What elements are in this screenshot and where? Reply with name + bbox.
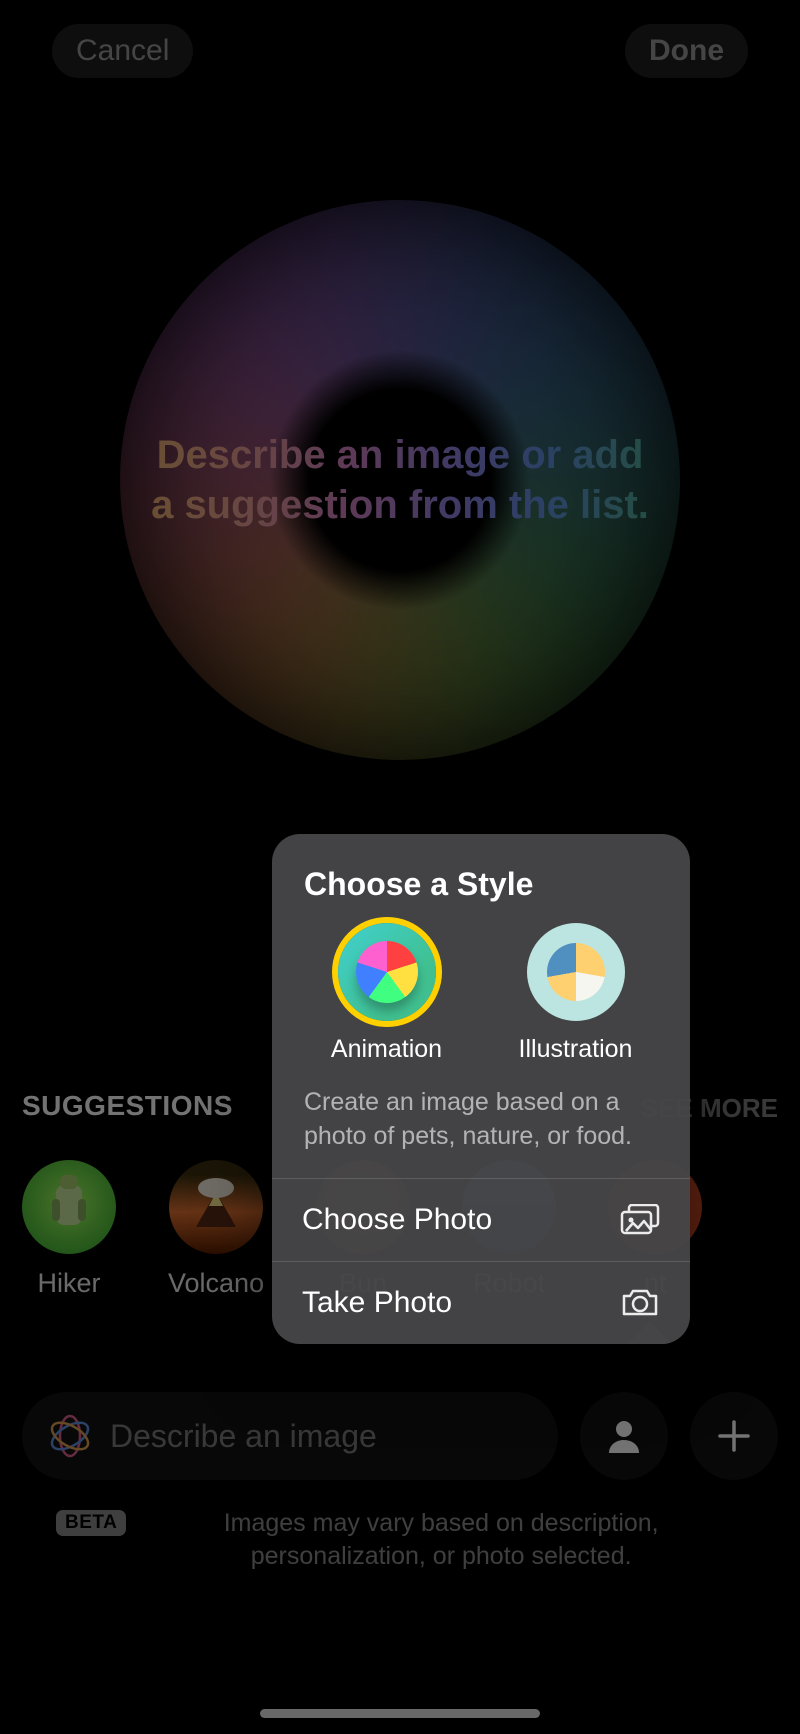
style-label: Illustration [519, 1035, 633, 1064]
take-photo-row[interactable]: Take Photo [272, 1261, 690, 1344]
style-popup: Choose a Style Animation Illustration Cr… [272, 834, 690, 1344]
illustration-style-icon [527, 923, 625, 1021]
style-option-illustration[interactable]: Illustration [481, 923, 670, 1064]
style-options-row: Animation Illustration [272, 923, 690, 1082]
photo-library-icon [620, 1204, 660, 1236]
style-option-animation[interactable]: Animation [292, 923, 481, 1064]
choose-photo-row[interactable]: Choose Photo [272, 1178, 690, 1261]
take-photo-label: Take Photo [302, 1286, 452, 1320]
beach-ball-icon [356, 941, 418, 1003]
choose-photo-label: Choose Photo [302, 1203, 492, 1237]
camera-icon [620, 1287, 660, 1319]
animation-style-icon [338, 923, 436, 1021]
popup-subtitle: Create an image based on a photo of pets… [272, 1082, 690, 1178]
beach-ball-flat-icon [547, 943, 605, 1001]
style-label: Animation [331, 1035, 442, 1064]
popup-title: Choose a Style [272, 834, 690, 923]
